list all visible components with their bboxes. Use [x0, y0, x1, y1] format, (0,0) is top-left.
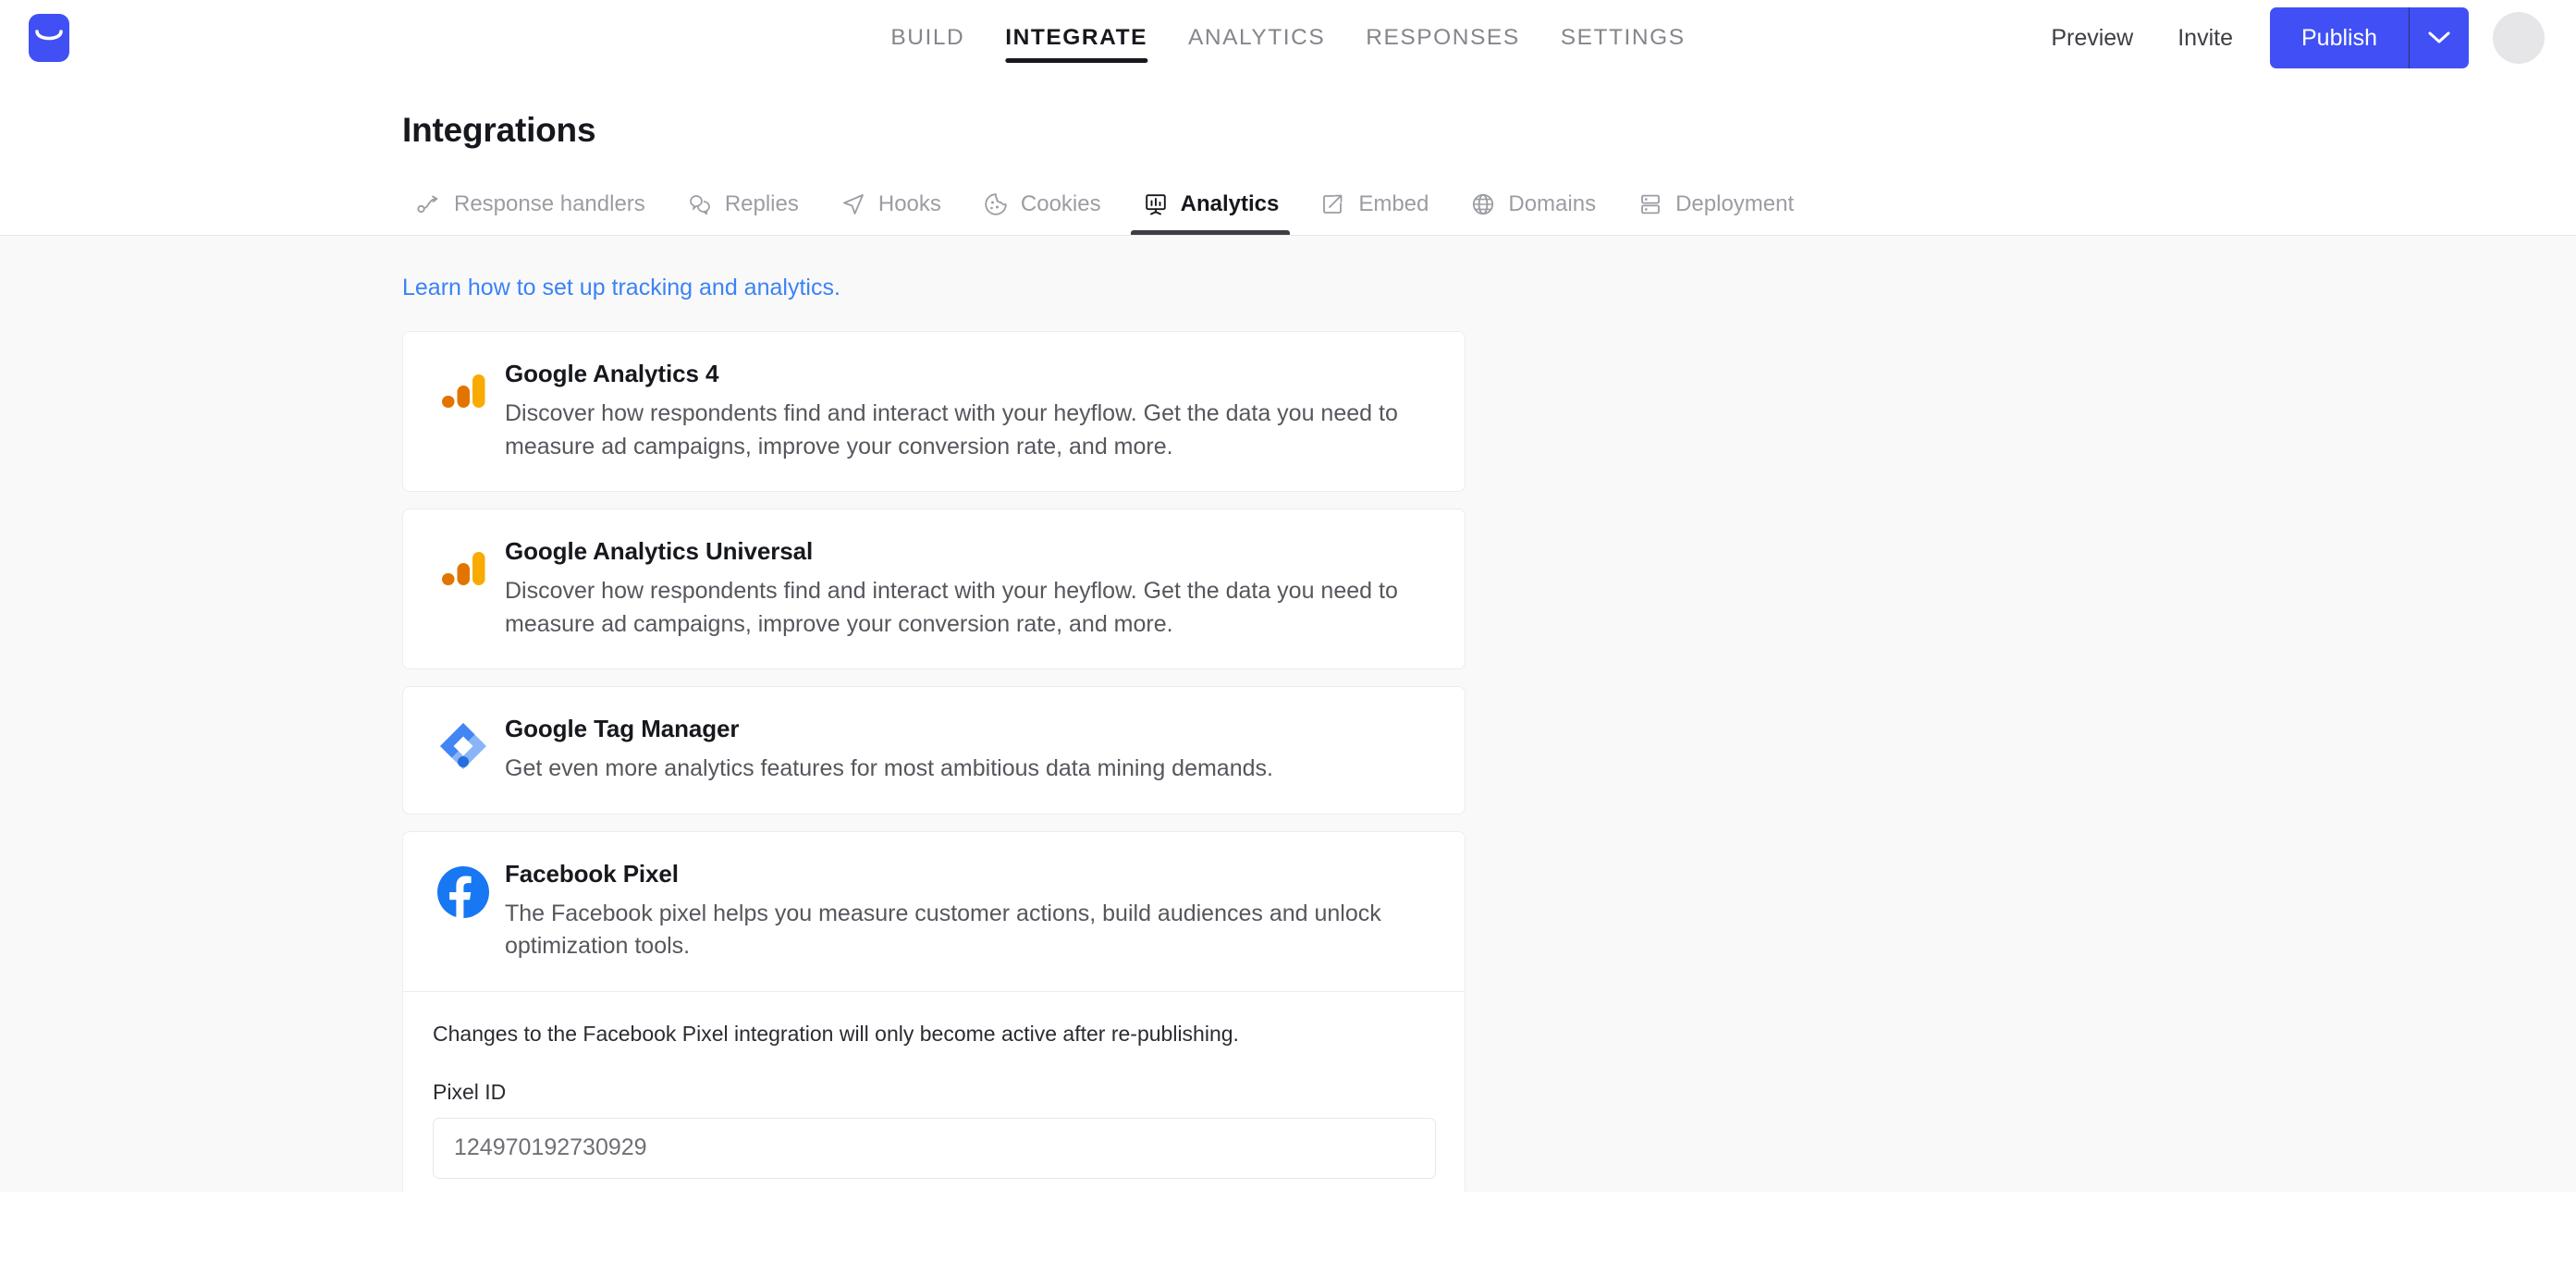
integration-card-google-analytics-universal[interactable]: Google Analytics Universal Discover how … — [402, 508, 1466, 669]
card-text: Google Tag Manager Get even more analyti… — [497, 715, 1435, 786]
invite-button[interactable]: Invite — [2155, 25, 2255, 52]
subtab-response-handlers[interactable]: Response handlers — [402, 190, 666, 235]
card-description: The Facebook pixel helps you measure cus… — [505, 900, 1381, 960]
facebook-pixel-settings: Changes to the Facebook Pixel integratio… — [403, 990, 1465, 1193]
publish-dropdown-button[interactable] — [2410, 7, 2469, 68]
chevron-down-icon — [2428, 31, 2450, 43]
subtab-replies[interactable]: Replies — [666, 190, 819, 235]
hooks-icon — [840, 190, 867, 218]
subtab-label: Hooks — [877, 191, 941, 216]
subtab-label: Embed — [1358, 191, 1429, 216]
heyflow-smile-logo[interactable] — [29, 14, 69, 62]
subtab-label: Domains — [1508, 191, 1597, 216]
publish-button[interactable]: Publish — [2270, 7, 2409, 68]
card-text: Google Analytics 4 Discover how responde… — [497, 360, 1435, 463]
google-analytics-icon — [429, 360, 497, 417]
card-header[interactable]: Facebook Pixel The Facebook pixel helps … — [403, 832, 1465, 991]
card-text: Facebook Pixel The Facebook pixel helps … — [497, 860, 1435, 963]
publish-button-group: Publish — [2270, 7, 2469, 68]
google-analytics-icon — [429, 537, 497, 594]
card-header[interactable]: Google Analytics 4 Discover how responde… — [403, 332, 1465, 491]
nav-tab-settings[interactable]: SETTINGS — [1540, 0, 1706, 76]
nav-tab-responses[interactable]: RESPONSES — [1345, 0, 1539, 76]
card-title: Google Analytics Universal — [505, 537, 814, 565]
preview-button[interactable]: Preview — [2029, 25, 2155, 52]
card-title: Google Tag Manager — [505, 715, 740, 742]
card-title: Google Analytics 4 — [505, 360, 719, 387]
embed-icon — [1319, 190, 1347, 218]
subtab-label: Deployment — [1675, 191, 1795, 216]
smile-icon — [35, 30, 63, 41]
pixel-id-input[interactable]: 124970192730929 — [433, 1117, 1436, 1179]
integration-subtabs: Response handlers Replies Hooks Cookies … — [402, 190, 2576, 235]
subtab-cookies[interactable]: Cookies — [962, 190, 1122, 235]
nav-tab-build[interactable]: BUILD — [870, 0, 985, 76]
response-handlers-icon — [415, 190, 443, 218]
integration-card-facebook-pixel[interactable]: Facebook Pixel The Facebook pixel helps … — [402, 830, 1466, 1193]
subtab-label: Response handlers — [454, 191, 645, 216]
subtab-embed[interactable]: Embed — [1299, 190, 1449, 235]
subtab-deployment[interactable]: Deployment — [1616, 190, 1814, 235]
card-text: Google Analytics Universal Discover how … — [497, 537, 1435, 641]
analytics-icon — [1142, 190, 1170, 218]
integrations-content: Learn how to set up tracking and analyti… — [0, 236, 2576, 1192]
subtab-domains[interactable]: Domains — [1449, 190, 1616, 235]
google-tag-manager-icon — [429, 715, 497, 772]
subtab-label: Analytics — [1180, 191, 1280, 216]
subtab-label: Cookies — [1020, 191, 1101, 216]
subtab-label: Replies — [724, 191, 799, 216]
facebook-icon — [429, 860, 497, 919]
top-header-bar: BUILD INTEGRATE ANALYTICS RESPONSES SETT… — [0, 0, 2576, 76]
pixel-id-label: Pixel ID — [433, 1079, 507, 1104]
pixel-id-field-group: Pixel ID 124970192730929 — [433, 1079, 1436, 1179]
cookies-icon — [982, 190, 1010, 218]
avatar[interactable] — [2493, 12, 2545, 64]
page-header: Integrations Response handlers Replies H… — [0, 76, 2576, 236]
card-header[interactable]: Google Analytics Universal Discover how … — [403, 509, 1465, 668]
subtab-hooks[interactable]: Hooks — [819, 190, 962, 235]
subtab-analytics[interactable]: Analytics — [1122, 190, 1300, 235]
card-description: Discover how respondents find and intera… — [505, 578, 1398, 637]
domains-icon — [1469, 190, 1497, 218]
card-description: Get even more analytics features for mos… — [505, 755, 1273, 781]
nav-tab-analytics[interactable]: ANALYTICS — [1168, 0, 1345, 76]
page-title: Integrations — [402, 111, 596, 149]
learn-tracking-link[interactable]: Learn how to set up tracking and analyti… — [402, 275, 840, 301]
integration-card-google-analytics-4[interactable]: Google Analytics 4 Discover how responde… — [402, 331, 1466, 492]
card-description: Discover how respondents find and intera… — [505, 400, 1398, 459]
header-actions: Preview Invite Publish — [2029, 7, 2550, 68]
card-header[interactable]: Google Tag Manager Get even more analyti… — [403, 687, 1465, 814]
integration-card-list: Google Analytics 4 Discover how responde… — [402, 331, 1466, 1192]
deployment-icon — [1637, 190, 1664, 218]
republish-note: Changes to the Facebook Pixel integratio… — [433, 1021, 1239, 1046]
main-navigation: BUILD INTEGRATE ANALYTICS RESPONSES SETT… — [870, 0, 1705, 76]
card-title: Facebook Pixel — [505, 859, 679, 888]
nav-tab-integrate[interactable]: INTEGRATE — [985, 0, 1168, 76]
integration-card-google-tag-manager[interactable]: Google Tag Manager Get even more analyti… — [402, 686, 1466, 815]
replies-icon — [686, 190, 714, 218]
